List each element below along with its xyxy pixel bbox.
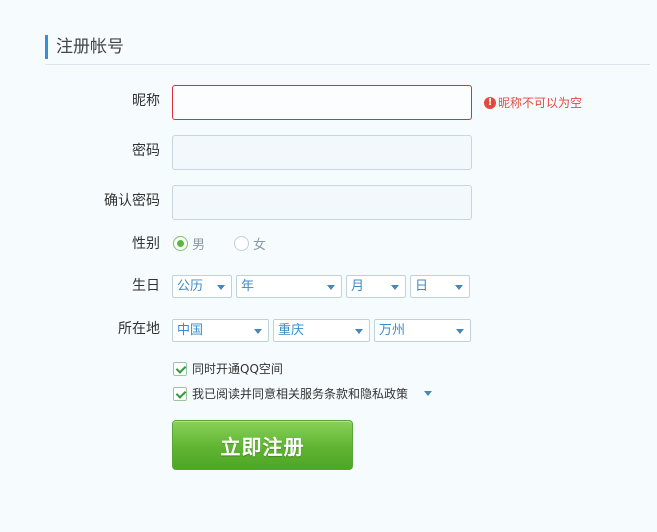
city-select[interactable]: 万州 <box>374 319 471 342</box>
radio-unchecked-icon <box>234 236 249 251</box>
chevron-down-icon <box>355 329 363 334</box>
birth-month-value: 月 <box>351 279 365 294</box>
password-label: 密码 <box>132 143 160 159</box>
chevron-down-icon <box>455 285 463 290</box>
checkbox-checked-icon <box>173 386 187 401</box>
chevron-down-icon <box>254 329 262 334</box>
gender-label: 性别 <box>132 236 160 252</box>
password-input[interactable] <box>172 135 472 170</box>
country-select[interactable]: 中国 <box>172 319 269 342</box>
open-qzone-checkbox[interactable]: 同时开通QQ空间 <box>173 360 283 377</box>
province-value: 重庆 <box>278 323 305 338</box>
chevron-down-icon <box>327 285 335 290</box>
chevron-down-icon <box>456 329 464 334</box>
birth-year-select[interactable]: 年 <box>236 275 342 298</box>
nickname-error-text: 昵称不可以为空 <box>498 96 583 110</box>
location-label: 所在地 <box>118 321 160 337</box>
birth-month-select[interactable]: 月 <box>346 275 406 298</box>
birth-day-value: 日 <box>415 279 429 294</box>
city-value: 万州 <box>379 323 406 338</box>
header-accent-bar <box>45 35 48 59</box>
gender-female-label: 女 <box>253 238 267 253</box>
country-value: 中国 <box>177 323 204 338</box>
chevron-down-icon <box>391 285 399 290</box>
register-button[interactable]: 立即注册 <box>172 420 353 470</box>
confirm-password-input[interactable] <box>172 185 472 220</box>
province-select[interactable]: 重庆 <box>273 319 370 342</box>
open-qzone-label: 同时开通QQ空间 <box>192 362 283 376</box>
gender-female-radio[interactable]: 女 <box>234 234 266 253</box>
gender-male-radio[interactable]: 男 <box>173 234 205 253</box>
checkbox-checked-icon <box>173 361 187 376</box>
agree-terms-label: 我已阅读并同意相关服务条款和隐私政策 <box>192 387 409 401</box>
nickname-label: 昵称 <box>132 93 160 109</box>
gender-male-label: 男 <box>192 238 206 253</box>
nickname-error: ! 昵称不可以为空 <box>484 94 582 111</box>
birth-year-value: 年 <box>241 279 255 294</box>
nickname-input[interactable] <box>172 85 472 120</box>
page-title: 注册帐号 <box>56 37 124 57</box>
agree-terms-checkbox[interactable]: 我已阅读并同意相关服务条款和隐私政策 <box>173 385 408 402</box>
confirm-password-label: 确认密码 <box>104 193 160 209</box>
radio-checked-icon <box>173 236 188 251</box>
error-icon: ! <box>484 96 496 109</box>
calendar-type-value: 公历 <box>177 279 204 294</box>
chevron-down-icon[interactable] <box>424 391 432 396</box>
calendar-type-select[interactable]: 公历 <box>172 275 232 298</box>
birthday-label: 生日 <box>132 278 160 294</box>
section-header: 注册帐号 <box>45 34 650 65</box>
chevron-down-icon <box>217 285 225 290</box>
birth-day-select[interactable]: 日 <box>410 275 470 298</box>
